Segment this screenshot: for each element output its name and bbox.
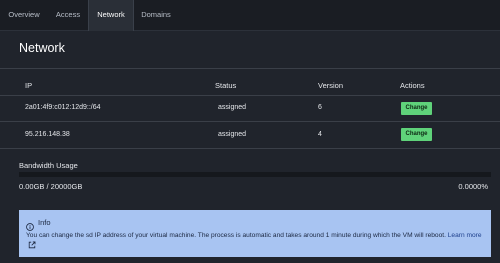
info-text: You can change the sd IP address of your… — [26, 232, 446, 239]
tab-overview[interactable]: Overview — [0, 0, 48, 30]
header-divider — [0, 95, 500, 96]
page-title: Network — [19, 41, 65, 55]
column-header-version: Version — [318, 81, 344, 90]
tab-access[interactable]: Access — [48, 0, 88, 30]
version-text: 4 — [318, 131, 322, 138]
tab-network[interactable]: Network — [88, 0, 134, 31]
info-alert: Info You can change the sd IP address of… — [19, 210, 491, 257]
title-divider — [0, 68, 500, 69]
info-title: Info — [38, 218, 51, 227]
tab-domains[interactable]: Domains — [132, 0, 180, 30]
bandwidth-progress-bar — [19, 172, 491, 177]
ip-address: 2a01:4f9:c012:12d9::/64 — [25, 104, 101, 111]
column-header-actions: Actions — [400, 81, 425, 90]
learn-more-link[interactable]: Learn more — [448, 232, 482, 239]
status-text: assigned — [218, 131, 247, 138]
external-link-icon[interactable] — [28, 241, 36, 253]
status-text: assigned — [218, 104, 247, 111]
info-message: You can change the sd IP address of your… — [26, 231, 486, 253]
row-divider — [0, 121, 500, 122]
bandwidth-value: 0.00GB / 20000GB — [19, 182, 83, 191]
version-text: 6 — [318, 104, 322, 111]
ip-address: 95.216.148.38 — [25, 131, 70, 138]
column-header-ip: IP — [25, 81, 33, 90]
info-circle-icon — [26, 218, 34, 231]
tab-bar: Overview Access Network Domains — [0, 0, 500, 31]
bandwidth-title: Bandwidth Usage — [19, 161, 78, 170]
change-ip-button[interactable]: Change — [401, 128, 432, 141]
column-header-status: Status — [215, 81, 237, 90]
change-ip-button[interactable]: Change — [401, 102, 432, 115]
row-divider — [0, 148, 500, 149]
bandwidth-percent: 0.0000% — [458, 182, 488, 191]
